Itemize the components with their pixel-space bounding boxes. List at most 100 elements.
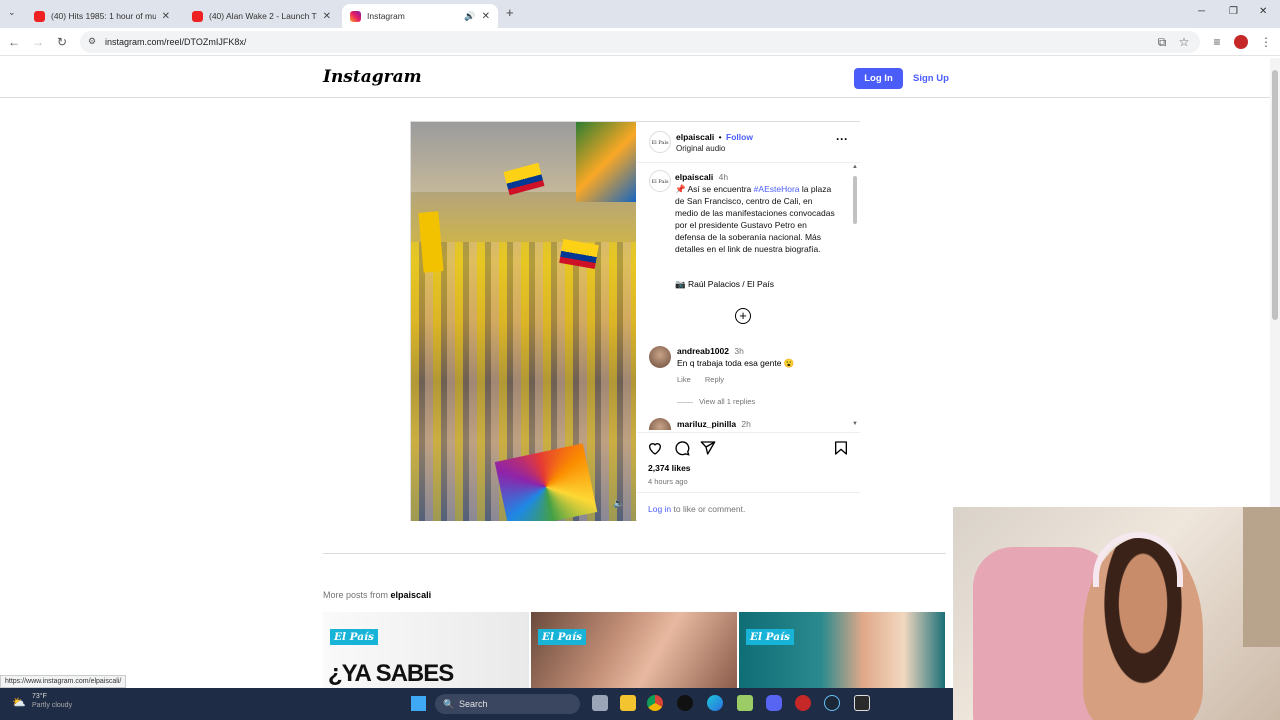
camera-icon: 📷 — [675, 279, 686, 289]
file-explorer-icon[interactable] — [620, 695, 636, 711]
video-mural — [576, 122, 636, 202]
comment-time: 3h — [734, 346, 744, 356]
new-tab-icon[interactable]: + — [506, 5, 514, 20]
taskbar-search[interactable]: 🔍 Search — [435, 694, 580, 714]
app-icon[interactable] — [737, 695, 753, 711]
caption-time: 4h — [718, 172, 729, 182]
steam-icon[interactable] — [824, 695, 840, 711]
media-control-icon[interactable]: ≡ — [1209, 34, 1225, 50]
comments-scroll-thumb[interactable] — [853, 176, 857, 224]
windows-taskbar: ⛅ 73°F Partly cloudy 🔍 Search — [0, 688, 953, 720]
scroll-up-icon[interactable]: ▲ — [852, 164, 858, 170]
comments-scrollbar[interactable]: ▲ ▼ — [852, 164, 858, 430]
more-post-thumb[interactable]: El País — [531, 612, 737, 688]
hashtag-link[interactable]: #AEsteHora — [754, 184, 800, 194]
login-button[interactable]: Log In — [854, 68, 903, 89]
load-more-comments-icon[interactable]: + — [735, 308, 751, 324]
login-prompt-link[interactable]: Log in — [648, 504, 671, 514]
sidebar-divider — [637, 162, 860, 163]
comment-icon[interactable] — [674, 440, 690, 456]
webcam-overlay — [953, 507, 1280, 720]
credit-text: Raúl Palacios / El País — [687, 279, 774, 289]
caption-header: elpaiscali 4h — [675, 172, 728, 182]
view-replies-link[interactable]: View all 1 replies — [699, 397, 755, 406]
close-icon[interactable]: ✕ — [323, 11, 331, 22]
install-app-icon[interactable]: ⧉ — [1154, 34, 1170, 50]
header-divider — [0, 97, 1270, 98]
mute-icon[interactable]: 🔈 — [613, 498, 624, 509]
tab-instagram[interactable]: Instagram 🔊 ✕ — [342, 4, 498, 28]
comment-time: 2h — [741, 419, 751, 429]
commenter-avatar[interactable] — [649, 346, 671, 368]
share-icon[interactable] — [700, 440, 716, 456]
weather-widget[interactable]: 73°F Partly cloudy — [32, 692, 72, 710]
tab-youtube-hits[interactable]: (40) Hits 1985: 1 hour of music ✕ — [26, 4, 178, 28]
browser-toolbar: ← → ↻ ⚙ instagram.com/reel/DTOZmIJFK8x/ … — [0, 28, 1280, 56]
more-posts-prefix: More posts from — [323, 590, 389, 600]
replies-line — [677, 402, 693, 403]
instagram-logo[interactable]: Instagram — [323, 67, 422, 87]
likes-count[interactable]: 2,374 likes — [648, 463, 691, 473]
caption-avatar[interactable]: El País — [649, 170, 671, 192]
caption-username[interactable]: elpaiscali — [675, 172, 713, 182]
comment-header: andreab1002 3h — [677, 346, 744, 356]
more-post-thumb[interactable]: El País — [739, 612, 945, 688]
scroll-down-icon[interactable]: ▼ — [852, 421, 858, 427]
follow-link[interactable]: Follow — [726, 132, 753, 142]
app-icon[interactable] — [795, 695, 811, 711]
speaker-icon[interactable]: 🔊 — [464, 11, 475, 22]
elpais-badge: El País — [330, 629, 378, 645]
login-prompt: Log in to like or comment. — [648, 504, 745, 514]
reload-icon[interactable]: ↻ — [54, 34, 70, 50]
site-info-icon[interactable]: ⚙ — [88, 36, 96, 47]
close-icon[interactable]: ✕ — [482, 11, 490, 22]
more-post-thumb[interactable]: El País ¿YA SABES — [323, 612, 529, 688]
caption-lead: Así se encuentra — [687, 184, 752, 194]
audio-label[interactable]: Original audio — [676, 144, 725, 153]
weather-temp: 73°F — [32, 693, 47, 700]
address-bar[interactable]: ⚙ instagram.com/reel/DTOZmIJFK8x/ — [80, 31, 1200, 53]
epic-games-icon[interactable] — [854, 695, 870, 711]
tab-list-chevron-icon[interactable]: ⌄ — [8, 7, 16, 18]
save-bookmark-icon[interactable] — [833, 440, 849, 456]
commenter-username[interactable]: andreab1002 — [677, 346, 729, 356]
page-scroll-thumb[interactable] — [1272, 70, 1278, 320]
posted-time: 4 hours ago — [648, 477, 688, 486]
signup-link[interactable]: Sign Up — [913, 68, 949, 89]
windows-start-icon[interactable] — [411, 696, 426, 711]
author-avatar[interactable]: El País — [649, 131, 671, 153]
comment-like-link[interactable]: Like — [677, 375, 691, 384]
window-close-icon[interactable]: ✕ — [1259, 6, 1267, 17]
edge-icon[interactable] — [707, 695, 723, 711]
login-divider — [637, 492, 860, 493]
menu-kebab-icon[interactable]: ⋮ — [1258, 34, 1274, 50]
profile-avatar[interactable] — [1234, 35, 1248, 49]
tab-youtube-alanwake[interactable]: (40) Alan Wake 2 - Launch Trail ✕ — [184, 4, 339, 28]
video-flag — [418, 211, 444, 273]
commenter-username[interactable]: mariluz_pinilla — [677, 419, 736, 429]
more-posts-user[interactable]: elpaiscali — [391, 590, 432, 600]
bookmark-star-icon[interactable]: ☆ — [1176, 34, 1192, 50]
comment-reply-link[interactable]: Reply — [705, 375, 724, 384]
status-bar-url: https://www.instagram.com/elpaiscali/ — [0, 675, 127, 688]
youtube-icon — [34, 10, 45, 22]
like-heart-icon[interactable] — [647, 440, 663, 456]
task-view-icon[interactable] — [592, 695, 608, 711]
search-placeholder: Search — [459, 699, 488, 709]
close-icon[interactable]: ✕ — [162, 11, 170, 22]
login-prompt-text: to like or comment. — [673, 504, 746, 514]
app-icon[interactable] — [677, 695, 693, 711]
comment-actions: Like Reply — [677, 375, 724, 384]
minimize-icon[interactable]: ─ — [1198, 6, 1205, 17]
more-options-icon[interactable]: ··· — [836, 132, 848, 146]
commenter-avatar[interactable] — [649, 418, 671, 430]
discord-icon[interactable] — [766, 695, 782, 711]
author-username[interactable]: elpaiscali — [676, 132, 714, 142]
back-icon[interactable]: ← — [6, 34, 22, 50]
chrome-icon[interactable] — [647, 695, 663, 711]
comment-2-clip: mariluz_pinilla 2h — [637, 415, 852, 430]
forward-icon[interactable]: → — [30, 34, 46, 50]
tab-bar: ⌄ (40) Hits 1985: 1 hour of music ✕ (40)… — [0, 0, 1280, 28]
reel-video[interactable]: 🔈 — [411, 122, 636, 521]
maximize-icon[interactable]: ❐ — [1229, 6, 1238, 17]
